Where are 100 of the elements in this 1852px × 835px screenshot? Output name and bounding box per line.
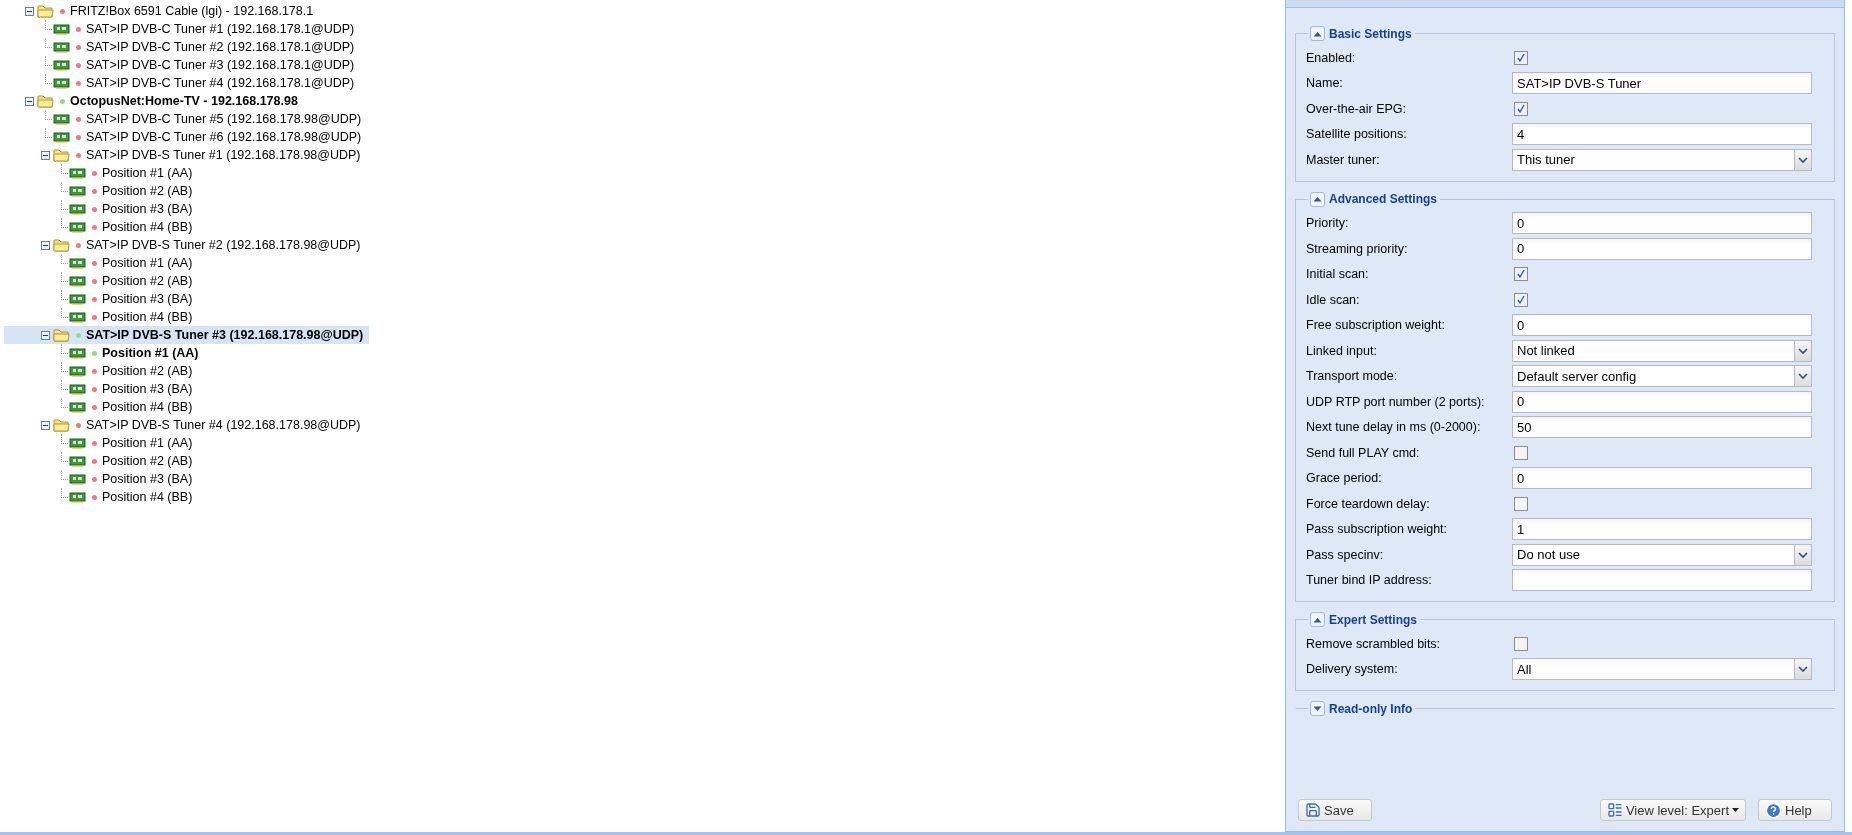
text-field[interactable]: 0: [1512, 467, 1812, 490]
tree-label: Position #3 (BA): [102, 292, 193, 306]
help-button[interactable]: Help: [1758, 799, 1832, 821]
tree-row[interactable]: SAT>IP DVB-C Tuner #6 (192.168.178.98@UDP): [4, 128, 368, 146]
checkbox[interactable]: [1514, 445, 1528, 460]
circuit-card-icon: [69, 275, 86, 287]
circuit-card-icon: [53, 23, 70, 35]
field-label: Force teardown delay:: [1306, 496, 1431, 511]
checkbox[interactable]: [1514, 496, 1528, 511]
tree-row[interactable]: OctopusNet:Home-TV - 192.168.178.98: [4, 92, 304, 110]
collapse-icon[interactable]: [24, 96, 34, 106]
tree-label: FRITZ!Box 6591 Cable (lgi) - 192.168.178.1: [70, 4, 314, 18]
dropdown[interactable]: Default server config: [1512, 365, 1812, 388]
tree-row[interactable]: Position #2 (AB): [4, 272, 199, 290]
tree-row[interactable]: Position #2 (AB): [4, 182, 199, 200]
tree-row[interactable]: SAT>IP DVB-C Tuner #4 (192.168.178.1@UDP): [4, 74, 361, 92]
collapse-button[interactable]: [1310, 26, 1325, 41]
text-field[interactable]: 0: [1512, 390, 1812, 413]
tree-row[interactable]: SAT>IP DVB-S Tuner #1 (192.168.178.98@UDP): [4, 146, 367, 164]
circuit-card-icon: [69, 473, 86, 485]
collapse-icon[interactable]: [40, 330, 50, 340]
section-title: Advanced Settings: [1329, 192, 1438, 206]
tree-label: SAT>IP DVB-S Tuner #3 (192.168.178.98@UDP): [86, 328, 364, 342]
circuit-card-icon: [69, 257, 86, 269]
checkbox[interactable]: [1514, 636, 1528, 651]
tree-row[interactable]: Position #1 (AA): [4, 164, 199, 182]
circuit-card-icon: [69, 455, 86, 467]
tree-label: SAT>IP DVB-S Tuner #4 (192.168.178.98@UDP): [86, 418, 361, 432]
tree-row[interactable]: SAT>IP DVB-C Tuner #1 (192.168.178.1@UDP): [4, 20, 361, 38]
tree-row[interactable]: SAT>IP DVB-C Tuner #5 (192.168.178.98@UDP): [4, 110, 368, 128]
dropdown[interactable]: All: [1512, 658, 1812, 681]
checkbox[interactable]: [1514, 101, 1528, 116]
tree-label: Position #4 (BB): [102, 400, 193, 414]
tree-row[interactable]: SAT>IP DVB-S Tuner #2 (192.168.178.98@UDP): [4, 236, 367, 254]
tree-label: Position #2 (AB): [102, 454, 193, 468]
text-field[interactable]: 0: [1512, 212, 1812, 235]
save-button[interactable]: Save: [1298, 799, 1372, 821]
circuit-card-icon: [69, 491, 86, 503]
field-label: Master tuner:: [1306, 152, 1381, 167]
text-field[interactable]: SAT>IP DVB-S Tuner: [1512, 72, 1812, 95]
tree-row[interactable]: Position #1 (AA): [4, 434, 199, 452]
tree-row[interactable]: Position #2 (AB): [4, 452, 199, 470]
dropdown[interactable]: Do not use: [1512, 543, 1812, 566]
collapse-icon[interactable]: [40, 420, 50, 430]
circuit-card-icon: [69, 383, 86, 395]
field-label: Grace period:: [1306, 471, 1383, 486]
checkbox[interactable]: [1514, 50, 1528, 65]
menu-button[interactable]: View level: Expert: [1599, 799, 1746, 821]
tree-row[interactable]: Position #4 (BB): [4, 398, 199, 416]
text-field[interactable]: 1: [1512, 518, 1812, 541]
tree-row[interactable]: SAT>IP DVB-S Tuner #4 (192.168.178.98@UDP): [4, 416, 367, 434]
field-label: Tuner bind IP address:: [1306, 573, 1433, 588]
collapse-button[interactable]: [1310, 191, 1325, 207]
field-label: Over-the-air EPG:: [1306, 101, 1408, 116]
tree-row[interactable]: Position #1 (AA): [4, 254, 199, 272]
tree-row[interactable]: Position #3 (BA): [4, 380, 199, 398]
field-label: Streaming priority:: [1306, 241, 1409, 256]
tree-row[interactable]: Position #2 (AB): [4, 362, 199, 380]
list-view-icon: [1606, 802, 1623, 818]
collapse-icon[interactable]: [40, 240, 50, 250]
triangle-down-icon: [1313, 705, 1322, 712]
tree-row[interactable]: SAT>IP DVB-C Tuner #2 (192.168.178.1@UDP): [4, 38, 361, 56]
text-field[interactable]: [1512, 569, 1812, 592]
tree-label: Position #1 (AA): [102, 256, 193, 270]
tree-row[interactable]: Position #1 (AA): [4, 344, 205, 362]
field-label: Linked input:: [1306, 343, 1378, 358]
dropdown[interactable]: This tuner: [1512, 148, 1812, 171]
dropdown[interactable]: Not linked: [1512, 339, 1812, 362]
tree-row[interactable]: SAT>IP DVB-S Tuner #3 (192.168.178.98@UDP): [4, 326, 370, 344]
tree-label: Position #3 (BA): [102, 472, 193, 486]
collapse-icon[interactable]: [40, 150, 50, 160]
text-field[interactable]: 0: [1512, 314, 1812, 337]
circuit-card-icon: [69, 293, 86, 305]
tree-row[interactable]: Position #3 (BA): [4, 470, 199, 488]
expand-button[interactable]: [1310, 701, 1325, 716]
collapse-button[interactable]: [1310, 612, 1325, 627]
tree-label: SAT>IP DVB-C Tuner #6 (192.168.178.98@UDP): [86, 130, 362, 144]
tree-row[interactable]: Position #4 (BB): [4, 308, 199, 326]
section-title: Expert Settings: [1329, 612, 1418, 627]
circuit-card-icon: [53, 41, 70, 53]
text-field[interactable]: 0: [1512, 237, 1812, 260]
tree-row[interactable]: Position #4 (BB): [4, 218, 199, 236]
tree-label: SAT>IP DVB-C Tuner #1 (192.168.178.1@UDP): [86, 22, 355, 36]
checkbox[interactable]: [1514, 267, 1528, 282]
tree-row[interactable]: FRITZ!Box 6591 Cable (lgi) - 192.168.178.1: [4, 2, 320, 20]
tree-row[interactable]: SAT>IP DVB-C Tuner #3 (192.168.178.1@UDP): [4, 56, 361, 74]
tree-row[interactable]: Position #4 (BB): [4, 488, 199, 506]
field-label: Delivery system:: [1306, 662, 1399, 677]
collapse-icon[interactable]: [24, 6, 34, 16]
text-field[interactable]: 50: [1512, 416, 1812, 439]
tree-row[interactable]: Position #3 (BA): [4, 200, 199, 218]
tree-row[interactable]: Position #3 (BA): [4, 290, 199, 308]
checkbox[interactable]: [1514, 292, 1528, 307]
circuit-card-icon: [69, 167, 86, 179]
tree-label: Position #3 (BA): [102, 202, 193, 216]
text-field[interactable]: 4: [1512, 123, 1812, 146]
circuit-card-icon: [69, 347, 86, 359]
tree-label: Position #4 (BB): [102, 490, 193, 504]
folder-icon: [53, 238, 70, 252]
tree-label: Position #1 (AA): [102, 436, 193, 450]
